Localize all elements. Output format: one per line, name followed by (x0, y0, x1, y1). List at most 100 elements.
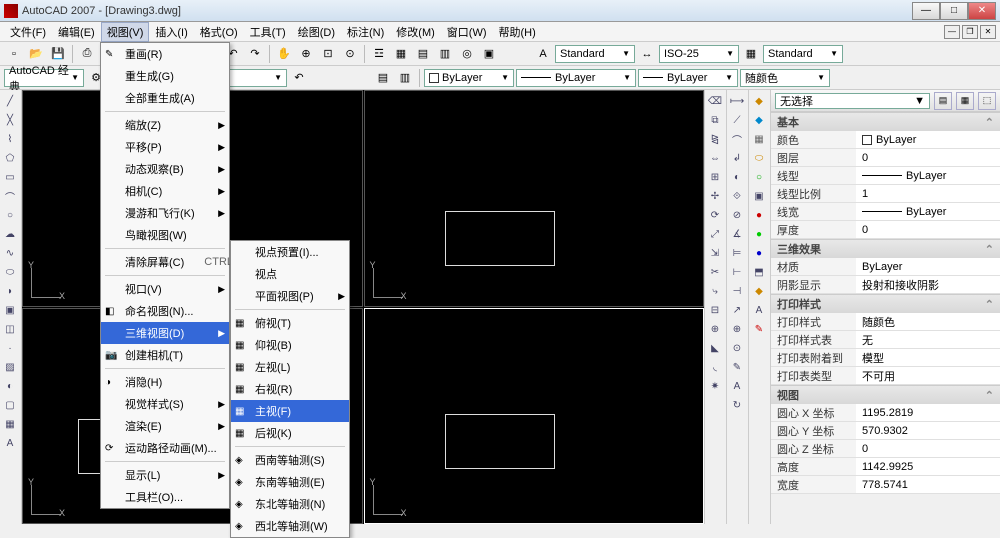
break-icon[interactable]: ⊟ (706, 301, 724, 319)
qdim-icon[interactable]: ⊨ (728, 244, 746, 262)
menu-item[interactable]: 渲染(E)▶ (101, 415, 229, 437)
line-icon[interactable]: ╱ (1, 92, 19, 110)
pickadd-icon[interactable]: ▦ (956, 92, 974, 110)
menu-item[interactable]: 全部重生成(A) (101, 87, 229, 109)
lineweight-combo[interactable]: ByLayer▼ (638, 69, 738, 87)
prop-row[interactable]: 圆心 X 坐标1195.2819 (771, 404, 1000, 422)
chamfer-icon[interactable]: ◣ (706, 339, 724, 357)
tablestyle-combo[interactable]: Standard▼ (763, 45, 843, 63)
region-icon[interactable]: ▢ (1, 396, 19, 414)
dimarc-icon[interactable]: ⌒ (728, 130, 746, 148)
misc-icon-10[interactable]: ⬒ (750, 263, 768, 281)
menu-window[interactable]: 窗口(W) (441, 22, 493, 42)
prop-row[interactable]: 宽度778.5741 (771, 476, 1000, 494)
menu-item[interactable]: 视点 (231, 263, 349, 285)
prop-row[interactable]: 线宽ByLayer (771, 203, 1000, 221)
menu-view[interactable]: 视图(V) (101, 22, 150, 42)
misc-icon-4[interactable]: ⬭ (750, 149, 768, 167)
prop-row[interactable]: 打印样式表无 (771, 331, 1000, 349)
menu-item[interactable]: ⟳运动路径动画(M)... (101, 437, 229, 459)
insert-icon[interactable]: ▣ (1, 301, 19, 319)
workspace-combo[interactable]: AutoCAD 经典▼ (4, 69, 84, 87)
layer-iso-icon[interactable]: ▥ (395, 68, 415, 88)
join-icon[interactable]: ⊕ (706, 320, 724, 338)
menu-item[interactable]: ◑消隐(H) (101, 371, 229, 393)
menu-item[interactable]: 缩放(Z)▶ (101, 114, 229, 136)
close-button[interactable]: ✕ (968, 2, 996, 20)
revcloud-icon[interactable]: ☁ (1, 225, 19, 243)
menu-dimension[interactable]: 标注(N) (341, 22, 390, 42)
prop-row[interactable]: 高度1142.9925 (771, 458, 1000, 476)
menu-item[interactable]: ✎重画(R) (101, 43, 229, 65)
toolpal-icon[interactable]: ▤ (413, 44, 433, 64)
mirror-icon[interactable]: ⧎ (706, 130, 724, 148)
minimize-button[interactable]: — (912, 2, 940, 20)
menu-file[interactable]: 文件(F) (4, 22, 52, 42)
menu-item[interactable]: 平移(P)▶ (101, 136, 229, 158)
rotate-icon[interactable]: ⟳ (706, 206, 724, 224)
sheetset-icon[interactable]: ▥ (435, 44, 455, 64)
misc-icon-5[interactable]: ○ (750, 168, 768, 186)
dimjog-icon[interactable]: ⟐ (728, 187, 746, 205)
menu-item[interactable]: 动态观察(B)▶ (101, 158, 229, 180)
offset-icon[interactable]: ⇔ (706, 149, 724, 167)
spline-icon[interactable]: ∿ (1, 244, 19, 262)
textstyle-icon[interactable]: A (533, 44, 553, 64)
dimdia-icon[interactable]: ⊘ (728, 206, 746, 224)
menu-item[interactable]: ▦主视(F) (231, 400, 349, 422)
dimang-icon[interactable]: ∡ (728, 225, 746, 243)
textstyle-combo[interactable]: Standard▼ (555, 45, 635, 63)
mdi-restore[interactable]: ❐ (962, 25, 978, 39)
misc-icon-7[interactable]: ● (750, 206, 768, 224)
menu-item[interactable]: 显示(L)▶ (101, 464, 229, 486)
prop-row[interactable]: 颜色ByLayer (771, 131, 1000, 149)
selection-combo[interactable]: 无选择▼ (775, 93, 930, 109)
prop-row[interactable]: 圆心 Y 坐标570.9302 (771, 422, 1000, 440)
select-icon[interactable]: ⬚ (978, 92, 996, 110)
misc-icon-12[interactable]: A (750, 301, 768, 319)
menu-item[interactable]: 重生成(G) (101, 65, 229, 87)
tolerance-icon[interactable]: ⊕ (728, 320, 746, 338)
linetype-combo[interactable]: ByLayer▼ (516, 69, 636, 87)
dimstyle-combo[interactable]: ISO-25▼ (659, 45, 739, 63)
prop-row[interactable]: 圆心 Z 坐标0 (771, 440, 1000, 458)
zoom-win-icon[interactable]: ⊡ (318, 44, 338, 64)
menu-item[interactable]: ◈西北等轴测(W) (231, 515, 349, 537)
menu-item[interactable]: ▦后视(K) (231, 422, 349, 444)
redo-icon[interactable]: ↷ (245, 44, 265, 64)
plotcolor-combo[interactable]: 随颜色▼ (740, 69, 830, 87)
dimtedit-icon[interactable]: A (728, 377, 746, 395)
zoom-prev-icon[interactable]: ⊙ (340, 44, 360, 64)
dimbase-icon[interactable]: ⊢ (728, 263, 746, 281)
array-icon[interactable]: ⊞ (706, 168, 724, 186)
gradient-icon[interactable]: ◐ (1, 377, 19, 395)
layer-prev-icon[interactable]: ↶ (289, 68, 309, 88)
ellipse-icon[interactable]: ⬭ (1, 263, 19, 281)
save-icon[interactable]: 💾 (48, 44, 68, 64)
markup-icon[interactable]: ◎ (457, 44, 477, 64)
menu-item[interactable]: ◧命名视图(N)... (101, 300, 229, 322)
center-icon[interactable]: ⊙ (728, 339, 746, 357)
menu-item[interactable]: ▦俯视(T) (231, 312, 349, 334)
prop-row[interactable]: 阴影显示投射和接收阴影 (771, 276, 1000, 294)
ellipsearc-icon[interactable]: ◗ (1, 282, 19, 300)
layer-tools-icon[interactable]: ▤ (373, 68, 393, 88)
menu-item[interactable]: 三维视图(D)▶ (101, 322, 229, 344)
prop-row[interactable]: 打印样式随颜色 (771, 313, 1000, 331)
prop-row[interactable]: 线型ByLayer (771, 167, 1000, 185)
copy-obj-icon[interactable]: ⧉ (706, 111, 724, 129)
misc-icon-8[interactable]: ● (750, 225, 768, 243)
prop-row[interactable]: 图层0 (771, 149, 1000, 167)
dimalign-icon[interactable]: ⟋ (728, 111, 746, 129)
menu-item[interactable]: ▦右视(R) (231, 378, 349, 400)
mtext-icon[interactable]: A (1, 434, 19, 452)
fillet-icon[interactable]: ◟ (706, 358, 724, 376)
print-icon[interactable]: ⎙ (77, 44, 97, 64)
dimlin-icon[interactable]: ⟼ (728, 92, 746, 110)
menu-insert[interactable]: 插入(I) (149, 22, 193, 42)
dimcont-icon[interactable]: ⊣ (728, 282, 746, 300)
zoom-rt-icon[interactable]: ⊕ (296, 44, 316, 64)
pan-icon[interactable]: ✋ (274, 44, 294, 64)
misc-icon-2[interactable]: ◆ (750, 111, 768, 129)
dimedit-icon[interactable]: ✎ (728, 358, 746, 376)
